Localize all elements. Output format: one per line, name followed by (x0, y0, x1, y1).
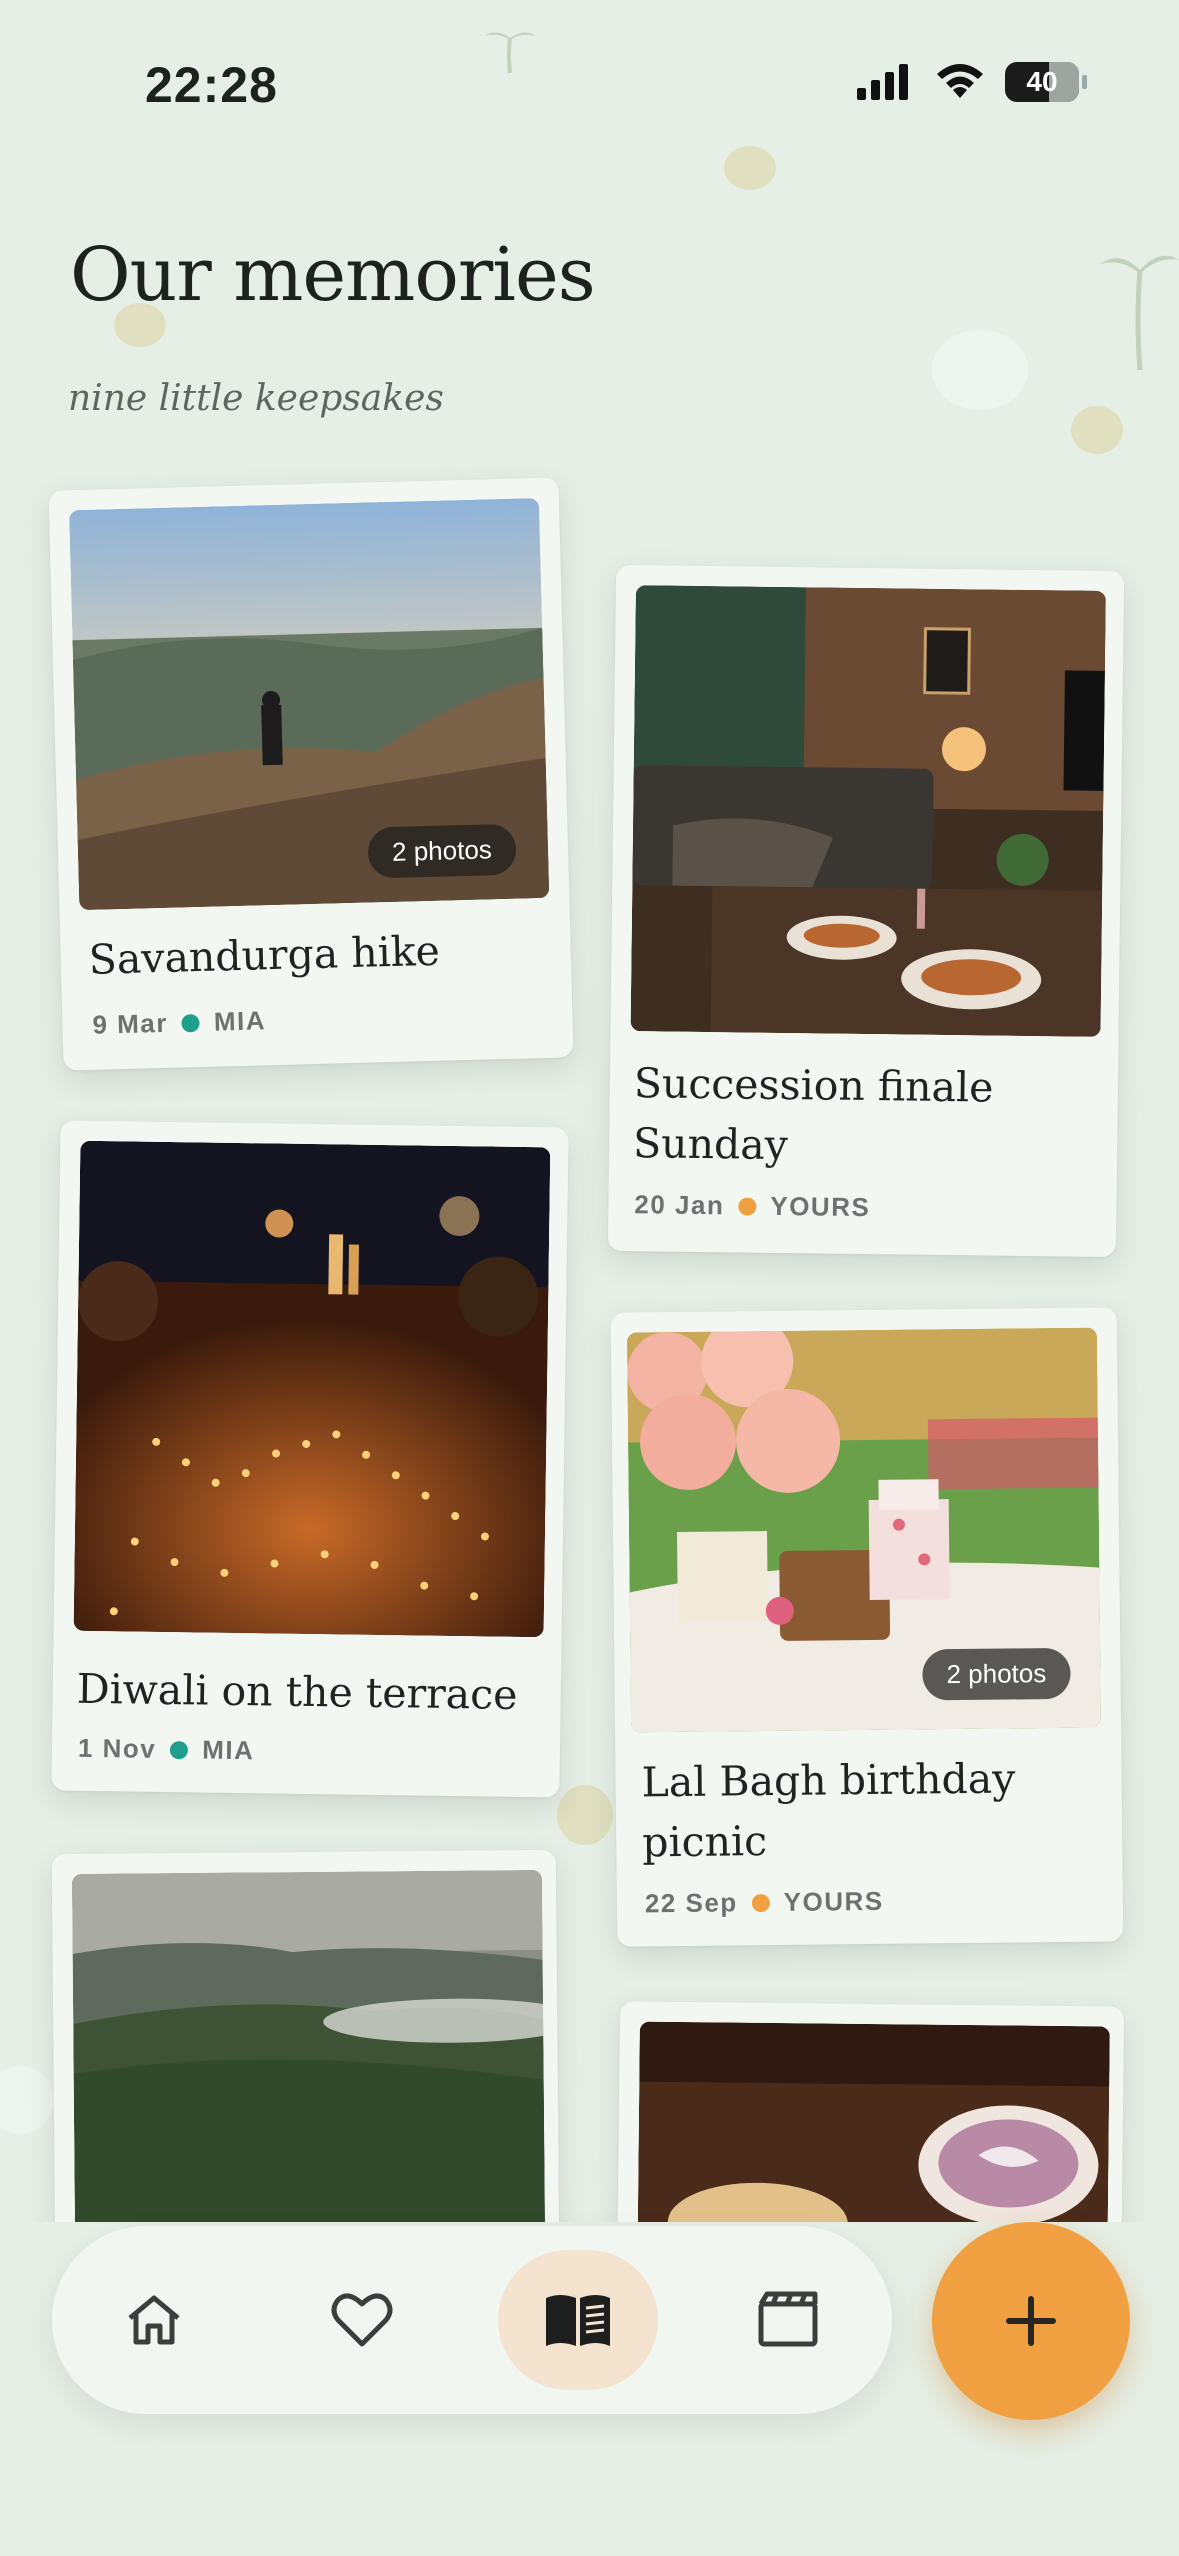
memory-card[interactable]: 2 photos Savandurga hike 9 Mar MIA (48, 477, 574, 1071)
nav-home[interactable] (74, 2250, 234, 2390)
author-dot (181, 1013, 201, 1032)
memory-meta: 22 Sep YOURS (645, 1886, 884, 1919)
status-icons: 40 (855, 62, 1087, 102)
memory-photo-diwali (73, 1140, 551, 1638)
heart-icon (331, 2293, 393, 2347)
memory-title-line: Lal Bagh birthday (641, 1754, 1016, 1807)
memory-date: 9 Mar (92, 1007, 169, 1040)
memory-card[interactable]: Diwali on the terrace 1 Nov MIA (51, 1120, 569, 1798)
memory-title: Savandurga hike (88, 926, 441, 984)
page-title: Our memories (70, 232, 596, 318)
memory-title-line: Succession finale (633, 1059, 994, 1112)
status-bar: 22:28 40 (0, 0, 1179, 170)
memory-date: 20 Jan (634, 1189, 725, 1221)
wifi-icon (937, 64, 983, 98)
memory-title-line: picnic (641, 1817, 768, 1867)
memory-photo-living-room (630, 585, 1106, 1037)
shell-decoration (0, 2066, 54, 2134)
memory-author: MIA (213, 1005, 267, 1037)
battery-level: 40 (1026, 66, 1058, 97)
memory-meta: 1 Nov MIA (78, 1733, 255, 1766)
mango-decoration (1071, 406, 1123, 454)
nav-favorites[interactable] (282, 2250, 442, 2390)
memory-author: YOURS (770, 1190, 871, 1223)
memory-author: YOURS (783, 1885, 884, 1917)
memory-meta: 9 Mar MIA (92, 1005, 266, 1041)
nav-movies[interactable] (708, 2250, 868, 2390)
author-dot (170, 1740, 189, 1759)
author-dot (738, 1196, 757, 1216)
mango-decoration (557, 1785, 613, 1845)
add-memory-button[interactable] (932, 2222, 1130, 2420)
bottom-nav (52, 2226, 892, 2414)
status-time: 22:28 (145, 57, 278, 113)
page-subtitle: nine little keepsakes (68, 378, 444, 419)
palm-decoration (485, 32, 535, 74)
memory-title: Diwali on the terrace (76, 1664, 518, 1719)
memory-date: 1 Nov (77, 1732, 157, 1764)
battery-indicator: 40 (1005, 62, 1087, 102)
photo-count-badge: 2 photos (922, 1647, 1071, 1701)
palm-decoration (1100, 255, 1179, 370)
memory-card[interactable]: Succession finale Sunday 20 Jan YOURS (607, 564, 1125, 1258)
author-dot (751, 1893, 770, 1912)
photo-count-badge: 2 photos (367, 823, 517, 879)
mango-decoration (724, 146, 776, 190)
memory-meta: 20 Jan YOURS (634, 1189, 870, 1223)
book-icon (546, 2295, 610, 2346)
signal-icon (857, 64, 908, 100)
memory-title: Lal Bagh birthday picnic (641, 1748, 1016, 1872)
clapperboard-icon (758, 2291, 818, 2347)
plus-icon (1006, 2296, 1056, 2346)
memory-author: MIA (202, 1734, 255, 1766)
memory-title: Succession finale Sunday (633, 1053, 994, 1177)
memory-card[interactable]: 2 photos Lal Bagh birthday picnic 22 Sep… (610, 1307, 1124, 1947)
home-icon (128, 2295, 180, 2345)
memory-date: 22 Sep (644, 1887, 738, 1919)
shell-decoration (932, 330, 1028, 410)
nav-journal[interactable] (498, 2250, 658, 2390)
memory-title-line: Sunday (632, 1119, 789, 1170)
